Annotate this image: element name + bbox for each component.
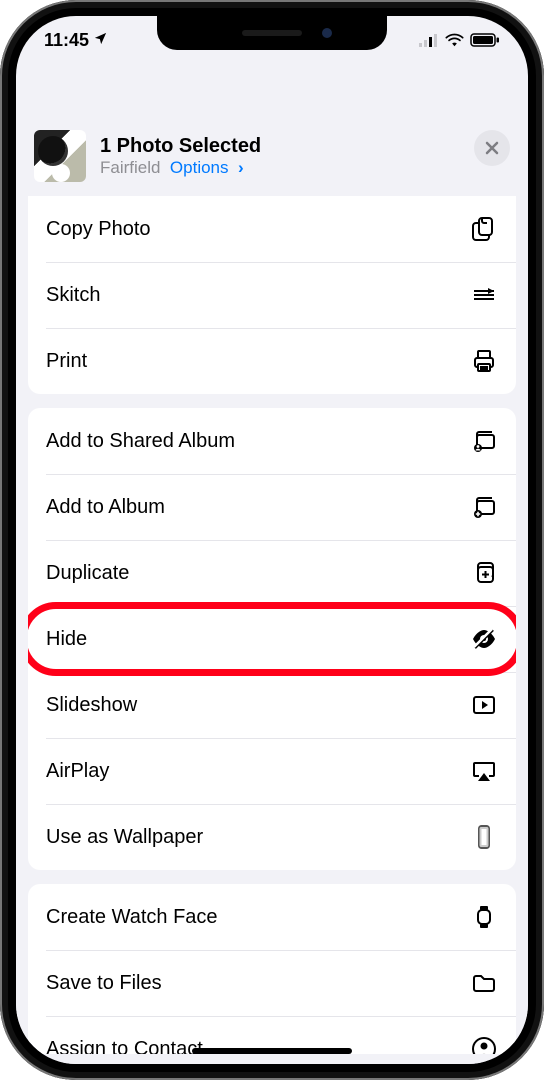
action-hide[interactable]: Hide	[28, 606, 516, 672]
action-label: Duplicate	[46, 562, 129, 585]
home-indicator[interactable]	[192, 1048, 352, 1054]
hide-icon	[470, 625, 498, 653]
action-add-album[interactable]: Add to Album	[28, 474, 516, 540]
action-label: Assign to Contact	[46, 1038, 203, 1055]
action-airplay[interactable]: AirPlay	[28, 738, 516, 804]
action-label: Add to Shared Album	[46, 430, 235, 453]
action-label: Skitch	[46, 284, 100, 307]
action-add-shared-album[interactable]: Add to Shared Album	[28, 408, 516, 474]
share-sheet: 1 Photo Selected Fairfield Options ›	[16, 112, 528, 1064]
action-group-1: Copy Photo Skitch Print	[28, 196, 516, 394]
contact-icon	[470, 1035, 498, 1054]
close-button[interactable]	[474, 130, 510, 166]
action-group-3: Create Watch Face Save to Files Assign t…	[28, 884, 516, 1054]
action-label: Create Watch Face	[46, 906, 218, 929]
notch	[157, 16, 387, 50]
photo-thumbnail[interactable]	[34, 130, 86, 182]
action-print[interactable]: Print	[28, 328, 516, 394]
wifi-icon	[445, 33, 464, 47]
battery-icon	[470, 33, 500, 47]
action-label: Save to Files	[46, 972, 162, 995]
action-label: Hide	[46, 628, 87, 651]
status-time: 11:45	[44, 30, 89, 51]
action-copy-photo[interactable]: Copy Photo	[28, 196, 516, 262]
sheet-header: 1 Photo Selected Fairfield Options ›	[16, 112, 528, 192]
sheet-subtitle: Fairfield Options ›	[100, 158, 261, 178]
shared-album-icon	[470, 427, 498, 455]
cellular-icon	[419, 33, 439, 47]
annotation-highlight	[28, 602, 516, 676]
chevron-right-icon: ›	[233, 158, 243, 177]
action-label: Use as Wallpaper	[46, 826, 203, 849]
options-link[interactable]: Options ›	[170, 158, 244, 177]
action-label: Copy Photo	[46, 218, 151, 241]
skitch-icon	[470, 281, 498, 309]
status-indicators	[419, 33, 500, 47]
device-frame: 11:45	[0, 0, 544, 1080]
copy-icon	[470, 215, 498, 243]
action-label: AirPlay	[46, 760, 109, 783]
close-icon	[484, 140, 500, 156]
status-time-area: 11:45	[44, 30, 108, 51]
action-watch-face[interactable]: Create Watch Face	[28, 884, 516, 950]
screen: 11:45	[16, 16, 528, 1064]
airplay-icon	[470, 757, 498, 785]
action-group-2: Add to Shared Album Add to Album Duplica…	[28, 408, 516, 870]
sheet-title: 1 Photo Selected	[100, 135, 261, 158]
action-duplicate[interactable]: Duplicate	[28, 540, 516, 606]
action-save-files[interactable]: Save to Files	[28, 950, 516, 1016]
print-icon	[470, 347, 498, 375]
options-text: Options	[170, 158, 229, 177]
sheet-header-text: 1 Photo Selected Fairfield Options ›	[100, 135, 261, 178]
action-skitch[interactable]: Skitch	[28, 262, 516, 328]
duplicate-icon	[470, 559, 498, 587]
actions-scroll[interactable]: Copy Photo Skitch Print	[16, 192, 528, 1054]
action-label: Slideshow	[46, 694, 137, 717]
location-arrow-icon	[93, 30, 108, 51]
action-label: Add to Album	[46, 496, 165, 519]
action-label: Print	[46, 350, 87, 373]
watchface-icon	[470, 903, 498, 931]
files-icon	[470, 969, 498, 997]
action-slideshow[interactable]: Slideshow	[28, 672, 516, 738]
album-icon	[470, 493, 498, 521]
wallpaper-icon	[470, 823, 498, 851]
action-wallpaper[interactable]: Use as Wallpaper	[28, 804, 516, 870]
slideshow-icon	[470, 691, 498, 719]
location-label: Fairfield	[100, 158, 160, 177]
